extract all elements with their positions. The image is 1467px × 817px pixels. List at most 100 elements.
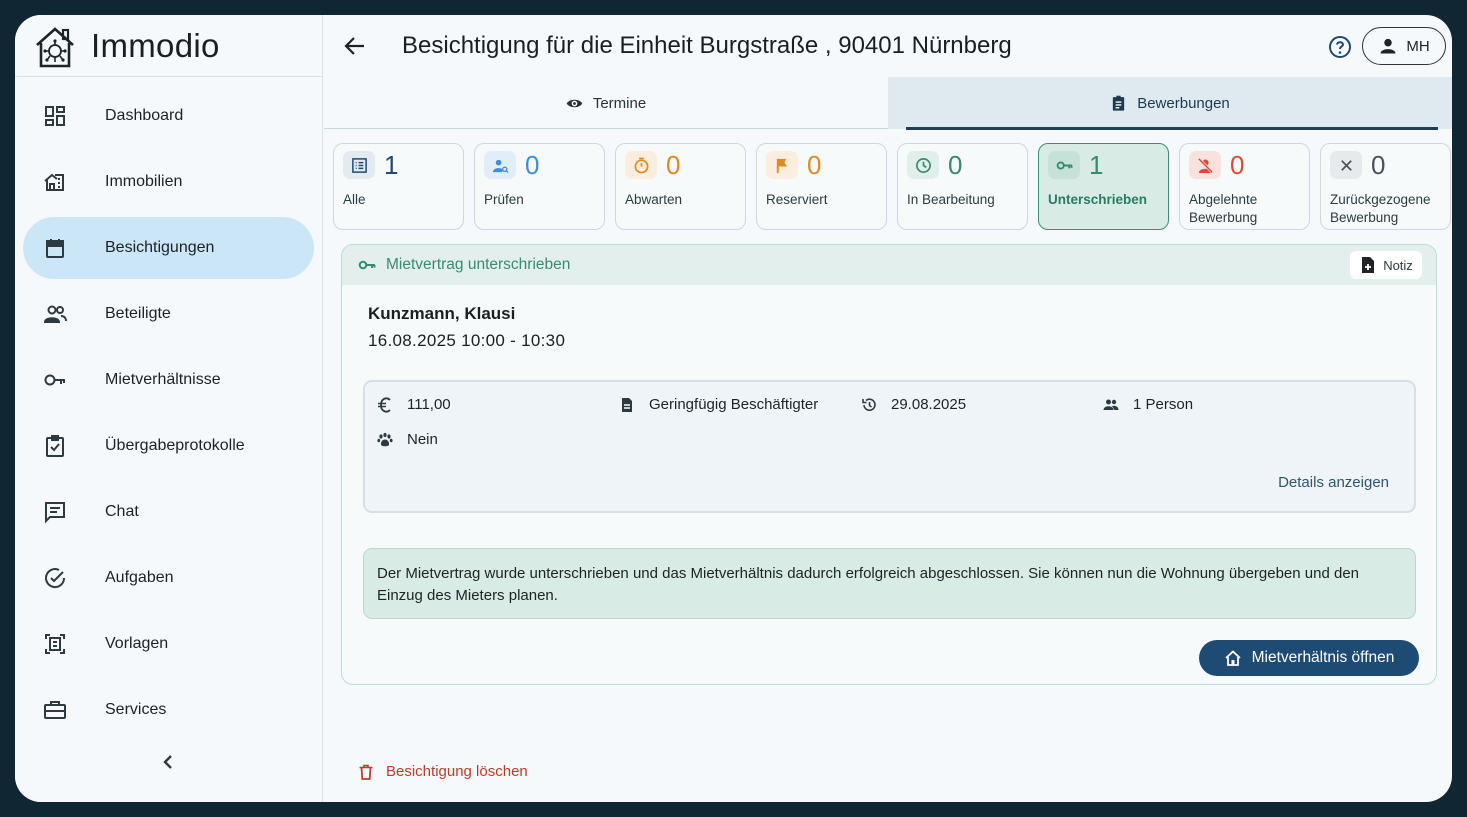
collapse-sidebar-button[interactable] — [158, 752, 178, 772]
sidebar-item-services[interactable]: Services — [23, 679, 314, 741]
status-count: 0 — [948, 150, 963, 180]
clipboard-icon — [1113, 95, 1125, 111]
house-logo-icon — [36, 26, 74, 67]
status-count: 0 — [807, 150, 822, 180]
applicant-info-box: 111,00 Geringfügig Beschäftigter 29.08.2… — [363, 380, 1416, 513]
sidebar-item-vorlagen[interactable]: Vorlagen — [23, 613, 314, 675]
note-label: Notiz — [1383, 257, 1413, 273]
main-content: Besichtigung für die Einheit Burgstraße … — [324, 15, 1452, 802]
card-header: Mietvertrag unterschrieben — [342, 245, 1436, 285]
open-tenancy-label: Mietverhältnis öffnen — [1251, 649, 1395, 666]
app-name: Immodio — [91, 26, 220, 64]
calendar-icon — [46, 239, 64, 258]
status-count: 0 — [525, 150, 540, 180]
clipboard-check-icon — [46, 435, 64, 457]
user-menu-button[interactable]: MH — [1362, 27, 1446, 65]
key-icon — [44, 374, 65, 386]
sidebar-item-uebergabeprotokolle[interactable]: Übergabeprotokolle — [23, 415, 314, 477]
persons-value: 1 Person — [1133, 396, 1194, 413]
status-card-abwarten[interactable]: 0 Abwarten — [615, 143, 746, 230]
help-icon — [1329, 36, 1351, 58]
sidebar-item-besichtigungen[interactable]: Besichtigungen — [23, 217, 314, 279]
sidebar-item-dashboard[interactable]: Dashboard — [23, 85, 314, 147]
history-icon — [862, 397, 876, 411]
application-card: Mietvertrag unterschrieben Notiz Kunzman… — [341, 244, 1437, 685]
tab-bewerbungen[interactable]: Bewerbungen — [888, 77, 1452, 130]
status-card-unterschrieben[interactable]: 1 Unterschrieben — [1038, 143, 1169, 230]
tab-bar: Termine Bewerbungen — [324, 77, 1452, 130]
rent-value: 111,00 — [407, 396, 451, 413]
sidebar-item-label: Chat — [105, 503, 139, 520]
delete-viewing-button[interactable]: Besichtigung löschen — [358, 763, 528, 780]
sidebar-item-mietverhaeltnisse[interactable]: Mietverhältnisse — [23, 349, 314, 411]
chat-icon — [45, 502, 65, 524]
sidebar-item-label: Besichtigungen — [105, 239, 215, 256]
card-status-title: Mietvertrag unterschrieben — [386, 256, 571, 273]
trash-icon — [359, 764, 373, 780]
sidebar-item-immobilien[interactable]: Immobilien — [23, 151, 314, 213]
building-icon — [44, 173, 64, 191]
fact-rent: 111,00 — [377, 396, 451, 413]
status-icon-box — [907, 151, 939, 179]
sidebar: Immodio Dashboard Immobilien Besichtigun… — [15, 15, 323, 802]
briefcase-icon — [44, 701, 66, 719]
status-card-pruefen[interactable]: 0 Prüfen — [474, 143, 605, 230]
add-note-button[interactable]: Notiz — [1350, 251, 1422, 279]
open-tenancy-button[interactable]: Mietverhältnis öffnen — [1199, 640, 1419, 676]
status-card-abgelehnt[interactable]: 0 Abgelehnte Bewerbung — [1179, 143, 1310, 230]
status-icon-box — [1048, 151, 1080, 179]
paw-icon — [377, 432, 393, 446]
status-icon-box — [1189, 151, 1221, 179]
sidebar-item-aufgaben[interactable]: Aufgaben — [23, 547, 314, 609]
person-search-icon — [492, 159, 509, 173]
status-card-in-bearbeitung[interactable]: 0 In Bearbeitung — [897, 143, 1028, 230]
list-icon — [351, 157, 367, 173]
template-icon — [45, 634, 65, 654]
status-label: Unterschrieben — [1048, 192, 1148, 207]
arrow-left-icon — [344, 37, 364, 55]
tab-label: Bewerbungen — [1137, 94, 1230, 112]
eye-icon — [566, 99, 583, 107]
fact-persons: 1 Person — [1103, 396, 1193, 413]
appointment-time: 16.08.2025 10:00 - 10:30 — [368, 331, 566, 350]
status-card-zurueckgezogen[interactable]: 0 Zurückgezogene Bewerbung — [1320, 143, 1451, 230]
clock-icon — [915, 157, 931, 173]
tab-label: Termine — [592, 94, 647, 112]
tenant-name: Kunzmann, Klausi — [368, 304, 516, 323]
document-icon — [622, 397, 632, 412]
status-label: In Bearbeitung — [907, 192, 995, 207]
status-card-reserviert[interactable]: 0 Reserviert — [756, 143, 887, 230]
sidebar-item-beteiligte[interactable]: Beteiligte — [23, 283, 314, 345]
person-off-icon — [1197, 157, 1213, 173]
flag-icon — [776, 158, 787, 173]
move-date-value: 29.08.2025 — [891, 396, 967, 413]
group-icon — [1103, 399, 1119, 410]
pets-value: Nein — [407, 431, 438, 448]
status-count: 0 — [1230, 150, 1245, 180]
status-label: Zurückgezogene Bewerbung — [1330, 192, 1431, 225]
sidebar-item-label: Mietverhältnisse — [105, 371, 221, 388]
sidebar-nav: Dashboard Immobilien Besichtigungen Bete… — [23, 85, 314, 745]
sidebar-item-label: Dashboard — [105, 107, 184, 124]
status-icon-box — [1330, 151, 1362, 179]
logo[interactable]: Immodio — [15, 15, 322, 77]
key-icon — [358, 260, 376, 270]
user-initials: MH — [1406, 37, 1430, 55]
status-icon-box — [766, 151, 798, 179]
status-label: Prüfen — [484, 192, 524, 207]
home-icon — [1225, 650, 1241, 666]
status-icon-box — [625, 151, 657, 179]
help-button[interactable] — [1328, 35, 1352, 59]
header-bar: Besichtigung für die Einheit Burgstraße … — [324, 15, 1452, 77]
sidebar-item-chat[interactable]: Chat — [23, 481, 314, 543]
fact-employment: Geringfügig Beschäftigter — [619, 396, 818, 413]
status-card-alle[interactable]: 1 Alle — [333, 143, 464, 230]
app-window: Immodio Dashboard Immobilien Besichtigun… — [15, 15, 1452, 802]
back-button[interactable] — [342, 33, 368, 59]
details-link[interactable]: Details anzeigen — [1278, 474, 1389, 491]
status-count: 1 — [384, 150, 399, 180]
sidebar-item-label: Aufgaben — [105, 569, 174, 586]
status-label: Reserviert — [766, 192, 828, 207]
tab-termine[interactable]: Termine — [324, 77, 888, 129]
fact-pets: Nein — [377, 431, 438, 448]
